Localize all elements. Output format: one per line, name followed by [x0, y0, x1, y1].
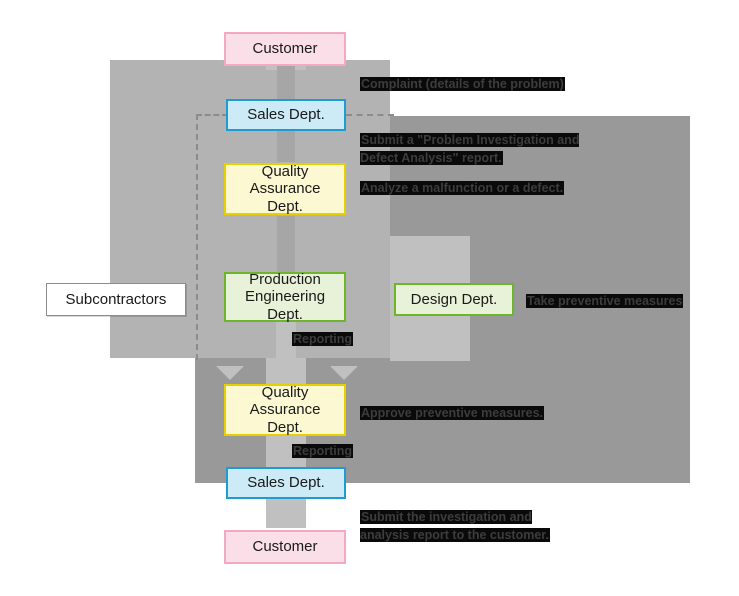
node-production-engineering-label: Production Engineering Dept.: [244, 271, 326, 323]
arrowhead-into-qa-bottom: [272, 366, 300, 380]
annotation-analyze: Analyze a malfunction or a defect.: [360, 179, 565, 197]
annotation-reporting-lower-text: Reporting: [292, 444, 354, 458]
node-quality-assurance-bottom[interactable]: Quality Assurance Dept.: [224, 384, 346, 436]
node-customer-bottom-label: Customer: [252, 538, 318, 556]
annotation-approve-preventive-measures-text: Approve preventive measures.: [360, 406, 545, 420]
node-quality-assurance-top-label: Quality Assurance Dept.: [249, 163, 321, 215]
node-customer-bottom[interactable]: Customer: [224, 530, 346, 564]
arrowhead-into-qa-bottom-left: [216, 366, 244, 380]
arrowhead-into-qa-bottom-right: [330, 366, 358, 380]
node-subcontractors-label: Subcontractors: [65, 290, 167, 308]
node-design-label: Design Dept.: [410, 290, 498, 308]
node-quality-assurance-bottom-label: Quality Assurance Dept.: [249, 384, 321, 436]
annotation-take-preventive-measures-text: Take preventive measures: [526, 294, 684, 308]
node-quality-assurance-top[interactable]: Quality Assurance Dept.: [224, 163, 346, 215]
annotation-submit-to-customer-text: Submit the investigation and analysis re…: [360, 510, 550, 543]
dashed-connector-sales-right: [346, 114, 394, 116]
annotation-reporting-upper-text: Reporting: [292, 332, 354, 346]
node-subcontractors[interactable]: Subcontractors: [46, 283, 186, 316]
node-production-engineering[interactable]: Production Engineering Dept.: [224, 271, 346, 323]
dashed-connector-subcontractors: [196, 114, 228, 360]
annotation-reporting-upper: Reporting: [292, 330, 354, 348]
flowchart-canvas: Customer Sales Dept. Quality Assurance D…: [0, 0, 739, 596]
node-customer-top-label: Customer: [252, 40, 318, 58]
node-sales-top[interactable]: Sales Dept.: [226, 99, 346, 131]
annotation-complaint: Complaint (details of the problem): [360, 75, 565, 93]
connector-qa-to-production: [277, 216, 295, 274]
annotation-submit-report: Submit a "Problem Investigation and Defe…: [360, 131, 580, 167]
node-sales-bottom[interactable]: Sales Dept.: [226, 467, 346, 499]
annotation-take-preventive-measures: Take preventive measures: [526, 292, 684, 310]
annotation-submit-to-customer: Submit the investigation and analysis re…: [360, 508, 550, 544]
node-sales-bottom-label: Sales Dept.: [247, 474, 325, 492]
node-sales-top-label: Sales Dept.: [247, 106, 325, 124]
annotation-complaint-text: Complaint (details of the problem): [360, 77, 565, 91]
annotation-reporting-lower: Reporting: [292, 442, 354, 460]
connector-below-design: [451, 316, 461, 361]
annotation-submit-report-text: Submit a "Problem Investigation and Defe…: [360, 133, 580, 166]
connector-sales-to-qa: [277, 130, 295, 162]
annotation-analyze-text: Analyze a malfunction or a defect.: [360, 181, 565, 195]
node-customer-top[interactable]: Customer: [224, 32, 346, 66]
node-design[interactable]: Design Dept.: [394, 283, 514, 316]
annotation-approve-preventive-measures: Approve preventive measures.: [360, 404, 545, 422]
connector-customer-to-sales: [277, 66, 295, 100]
